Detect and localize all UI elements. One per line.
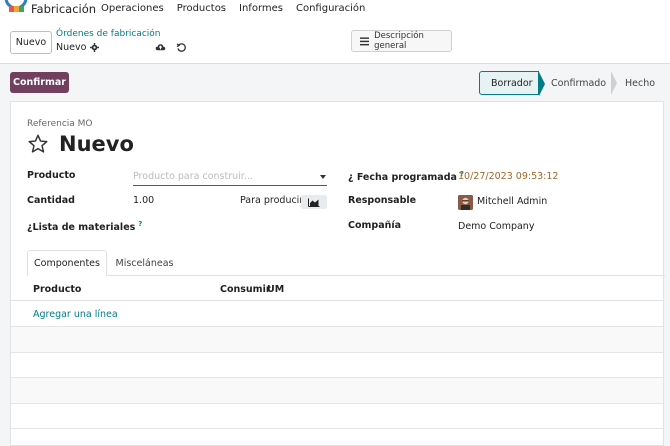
star-icon[interactable] bbox=[27, 133, 49, 155]
discard-icon[interactable] bbox=[176, 42, 187, 53]
stage-label: Borrador bbox=[491, 77, 533, 89]
menu-informes[interactable]: Informes bbox=[239, 3, 283, 14]
manufacturing-app-icon[interactable] bbox=[2, 0, 28, 16]
stage-borrador[interactable]: Borrador bbox=[479, 71, 545, 96]
overview-label: Descripción general bbox=[374, 31, 424, 51]
bom-label: ¿Lista de materiales? bbox=[27, 220, 142, 233]
new-button[interactable]: Nuevo bbox=[10, 31, 52, 54]
company-input[interactable]: Demo Company bbox=[458, 221, 534, 232]
table-row-divider bbox=[11, 403, 663, 404]
notebook-tabs: Componentes Misceláneas bbox=[27, 250, 665, 276]
form-sheet: Referencia MO Nuevo Producto Producto pa… bbox=[10, 101, 665, 446]
table-row bbox=[11, 327, 663, 352]
table-row bbox=[11, 378, 663, 403]
responsible-input[interactable]: Mitchell Admin bbox=[477, 196, 547, 207]
product-placeholder: Producto para construir... bbox=[133, 171, 253, 182]
cloud-save-icon[interactable] bbox=[155, 42, 166, 53]
app-name[interactable]: Fabricación bbox=[31, 2, 96, 16]
stage-confirmado[interactable]: Confirmado bbox=[539, 71, 617, 95]
menu-configuracion[interactable]: Configuración bbox=[296, 3, 365, 14]
stage-arrow bbox=[611, 71, 617, 95]
stage-label: Confirmado bbox=[551, 77, 607, 89]
product-input[interactable]: Producto para construir... bbox=[133, 171, 327, 186]
record-title: Nuevo bbox=[59, 132, 134, 156]
main-menu: Operaciones Productos Informes Configura… bbox=[101, 3, 378, 14]
title-row: Nuevo bbox=[27, 132, 134, 156]
table-row-divider bbox=[11, 352, 663, 353]
add-line-link[interactable]: Agregar una línea bbox=[33, 309, 118, 320]
column-consumir[interactable]: Consumir bbox=[220, 284, 271, 295]
responsible-label: Responsable bbox=[348, 195, 417, 206]
components-table-header: Producto Consumir UM bbox=[11, 277, 663, 301]
menu-productos[interactable]: Productos bbox=[177, 3, 226, 14]
avatar-image bbox=[458, 195, 473, 210]
status-bar: Borrador Confirmado Hecho bbox=[479, 71, 663, 96]
chevron-down-icon[interactable] bbox=[320, 175, 326, 179]
scheduled-date-input[interactable]: 10/27/2023 09:53:12 bbox=[458, 171, 558, 182]
quantity-input[interactable]: 1.00 bbox=[133, 195, 154, 206]
forecast-button[interactable] bbox=[301, 195, 327, 209]
product-label: Producto bbox=[27, 170, 76, 181]
table-row-divider bbox=[11, 428, 663, 429]
date-label-text: ¿ Fecha programada bbox=[348, 172, 457, 184]
record-name: Nuevo bbox=[56, 42, 87, 53]
scheduled-date-label: ¿ Fecha programada? bbox=[348, 170, 464, 183]
gear-icon[interactable] bbox=[90, 43, 100, 52]
control-panel: Nuevo Órdenes de fabricación Nuevo Descr… bbox=[0, 20, 670, 64]
company-label: Compañía bbox=[348, 220, 402, 231]
breadcrumb-manufacturing-orders[interactable]: Órdenes de fabricación bbox=[56, 29, 161, 39]
stage-arrow bbox=[539, 72, 545, 96]
top-navbar: Fabricación Operaciones Productos Inform… bbox=[0, 0, 670, 20]
bom-label-text: ¿Lista de materiales bbox=[27, 222, 136, 234]
column-producto[interactable]: Producto bbox=[33, 284, 81, 295]
quantity-label: Cantidad bbox=[27, 195, 75, 206]
record-actions bbox=[155, 42, 187, 53]
overview-button[interactable]: Descripción general bbox=[351, 30, 452, 52]
to-produce-label: Para producir bbox=[240, 195, 304, 206]
avatar bbox=[458, 195, 473, 210]
breadcrumb-current: Nuevo bbox=[56, 42, 100, 53]
column-um[interactable]: UM bbox=[267, 284, 284, 295]
tab-miscelaneas[interactable]: Misceláneas bbox=[107, 250, 182, 276]
list-icon bbox=[360, 36, 370, 45]
stage-label: Hecho bbox=[625, 77, 656, 89]
confirm-button[interactable]: Confirmar bbox=[10, 72, 69, 93]
menu-operaciones[interactable]: Operaciones bbox=[101, 3, 164, 14]
area-chart-icon bbox=[308, 198, 320, 207]
stage-hecho[interactable]: Hecho bbox=[611, 71, 663, 95]
reference-label: Referencia MO bbox=[27, 119, 93, 129]
tab-componentes[interactable]: Componentes bbox=[27, 250, 107, 276]
bom-help-icon[interactable]: ? bbox=[138, 220, 142, 228]
